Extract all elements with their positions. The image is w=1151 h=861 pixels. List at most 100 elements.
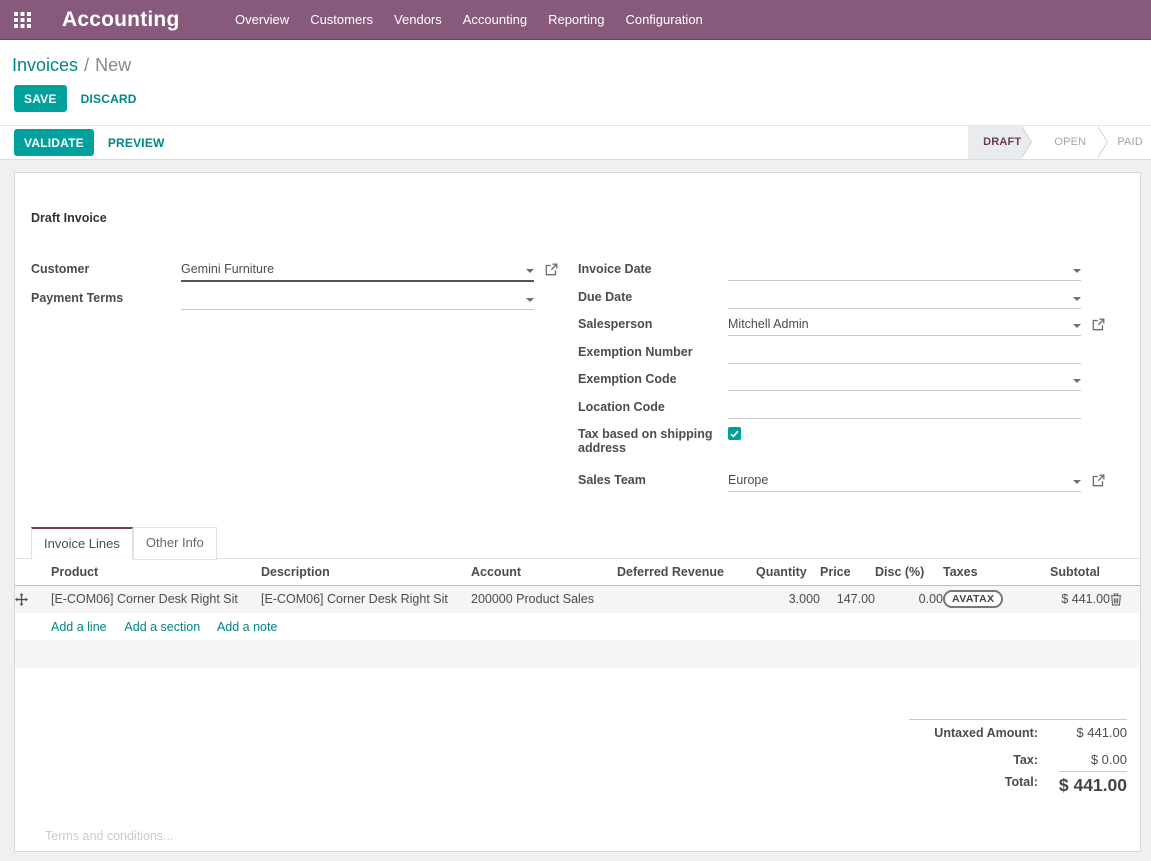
exemption-code-caret[interactable] [1073, 379, 1081, 383]
invoice-date-input[interactable] [728, 261, 1081, 281]
invoice-totals: Untaxed Amount: $ 441.00 Tax: $ 0.00 Tot… [909, 719, 1127, 795]
cell-price[interactable]: 147.00 [820, 585, 875, 613]
field-sales-team: Sales Team Europe [578, 472, 1105, 492]
field-exemption-number: Exemption Number [578, 344, 1105, 364]
cell-account[interactable]: 200000 Product Sales [471, 585, 617, 613]
field-due-date: Due Date [578, 289, 1105, 309]
invoice-date-caret[interactable] [1073, 269, 1081, 273]
breadcrumb-current: New [95, 55, 131, 75]
menu-customers[interactable]: Customers [300, 0, 384, 40]
app-title[interactable]: Accounting [62, 8, 180, 32]
sales-team-input[interactable]: Europe [728, 472, 1081, 492]
statusbar-buttons: VALIDATE PREVIEW [0, 126, 176, 159]
content-area: Draft Invoice Customer Gemini Furniture [0, 160, 1151, 861]
status-open[interactable]: OPEN [1022, 126, 1098, 159]
status-draft[interactable]: DRAFT [968, 126, 1022, 159]
salesperson-external-link-icon[interactable] [1092, 318, 1105, 331]
total-row: Total: $ 441.00 [909, 771, 1127, 795]
quantity-column-header[interactable]: Quantity [756, 559, 820, 586]
avatax-badge[interactable]: AVATAX [943, 590, 1003, 608]
tax-based-shipping-checkbox[interactable] [728, 427, 741, 440]
exemption-number-input[interactable] [728, 344, 1081, 364]
menu-configuration[interactable]: Configuration [615, 0, 713, 40]
sales-team-dropdown-caret[interactable] [1073, 480, 1081, 484]
empty-cell [15, 640, 1140, 668]
status-arrows: DRAFT OPEN PAID [968, 126, 1151, 159]
menu-overview[interactable]: Overview [225, 0, 300, 40]
cell-subtotal[interactable]: $ 441.00 [1050, 585, 1110, 613]
main-menu: Overview Customers Vendors Accounting Re… [225, 0, 714, 40]
payment-terms-label: Payment Terms [31, 290, 181, 305]
customer-external-link-icon[interactable] [545, 263, 558, 276]
terms-placeholder[interactable]: Terms and conditions... [45, 829, 174, 843]
field-exemption-code: Exemption Code [578, 371, 1105, 391]
field-tax-based-shipping: Tax based on shipping address [578, 426, 1105, 455]
due-date-caret[interactable] [1073, 297, 1081, 301]
cell-discount[interactable]: 0.00 [875, 585, 943, 613]
tab-invoice-lines[interactable]: Invoice Lines [31, 527, 133, 560]
actions-column-header [1110, 559, 1140, 586]
subtotal-column-header[interactable]: Subtotal [1050, 559, 1110, 586]
add-a-note-link[interactable]: Add a note [217, 620, 277, 634]
table-head: Product Description Account Deferred Rev… [15, 559, 1140, 586]
cell-delete[interactable] [1110, 585, 1140, 613]
empty-table-row [15, 640, 1140, 668]
due-date-input[interactable] [728, 289, 1081, 309]
location-code-label: Location Code [578, 399, 728, 414]
handle-column-header [15, 559, 51, 586]
menu-vendors[interactable]: Vendors [384, 0, 453, 40]
discount-column-header[interactable]: Disc (%) [875, 559, 943, 586]
field-invoice-date: Invoice Date [578, 261, 1105, 281]
row-drag-handle[interactable] [15, 585, 51, 613]
invoice-form-sheet: Draft Invoice Customer Gemini Furniture [14, 172, 1141, 852]
description-column-header[interactable]: Description [261, 559, 471, 586]
sales-team-external-link-icon[interactable] [1092, 474, 1105, 487]
table-body: [E-COM06] Corner Desk Right Sit [E-COM06… [15, 585, 1140, 668]
customer-value: Gemini Furniture [181, 261, 534, 277]
exemption-code-input[interactable] [728, 371, 1081, 391]
salesperson-input[interactable]: Mitchell Admin [728, 316, 1081, 336]
field-customer: Customer Gemini Furniture [31, 261, 558, 282]
cell-description[interactable]: [E-COM06] Corner Desk Right Sit [261, 585, 471, 613]
tab-other-info[interactable]: Other Info [133, 527, 217, 560]
cell-product[interactable]: [E-COM06] Corner Desk Right Sit [51, 585, 261, 613]
notebook: Invoice Lines Other Info Product Descrip… [15, 527, 1140, 669]
exemption-number-label: Exemption Number [578, 344, 728, 359]
sheet-title: Draft Invoice [31, 211, 1140, 225]
form-right-column: Invoice Date Due Date Salesperson [578, 261, 1105, 500]
location-code-input[interactable] [728, 399, 1081, 419]
menu-accounting[interactable]: Accounting [452, 0, 537, 40]
drag-arrows-icon [15, 593, 28, 606]
preview-button[interactable]: PREVIEW [97, 136, 176, 150]
cell-quantity[interactable]: 3.000 [756, 585, 820, 613]
breadcrumb-invoices-link[interactable]: Invoices [12, 55, 78, 75]
validate-button[interactable]: VALIDATE [14, 129, 94, 156]
cell-deferred-revenue[interactable] [617, 585, 756, 613]
deferred-revenue-column-header[interactable]: Deferred Revenue [617, 559, 756, 586]
save-button[interactable]: SAVE [14, 85, 67, 112]
salesperson-dropdown-caret[interactable] [1073, 324, 1081, 328]
add-a-line-link[interactable]: Add a line [51, 620, 107, 634]
tax-label: Tax: [909, 754, 1038, 767]
account-column-header[interactable]: Account [471, 559, 617, 586]
invoice-lines-table: Product Description Account Deferred Rev… [15, 559, 1140, 669]
sales-team-value: Europe [728, 472, 1081, 488]
product-column-header[interactable]: Product [51, 559, 261, 586]
price-column-header[interactable]: Price [820, 559, 875, 586]
taxes-column-header[interactable]: Taxes [943, 559, 1050, 586]
invoice-line-row[interactable]: [E-COM06] Corner Desk Right Sit [E-COM06… [15, 585, 1140, 613]
tax-value: $ 0.00 [1059, 753, 1127, 766]
apps-grid-icon[interactable] [14, 12, 31, 28]
salesperson-value: Mitchell Admin [728, 316, 1081, 332]
payment-terms-input[interactable] [181, 290, 534, 310]
discard-button[interactable]: DISCARD [70, 92, 148, 106]
tax-row: Tax: $ 0.00 [909, 753, 1127, 767]
add-a-section-link[interactable]: Add a section [124, 620, 200, 634]
customer-input[interactable]: Gemini Furniture [181, 261, 534, 282]
checkmark-icon [730, 430, 739, 438]
breadcrumb: Invoices / New [0, 40, 1151, 77]
menu-reporting[interactable]: Reporting [538, 0, 615, 40]
payment-terms-dropdown-caret[interactable] [526, 298, 534, 302]
customer-dropdown-caret[interactable] [526, 269, 534, 273]
cell-taxes[interactable]: AVATAX [943, 585, 1050, 613]
